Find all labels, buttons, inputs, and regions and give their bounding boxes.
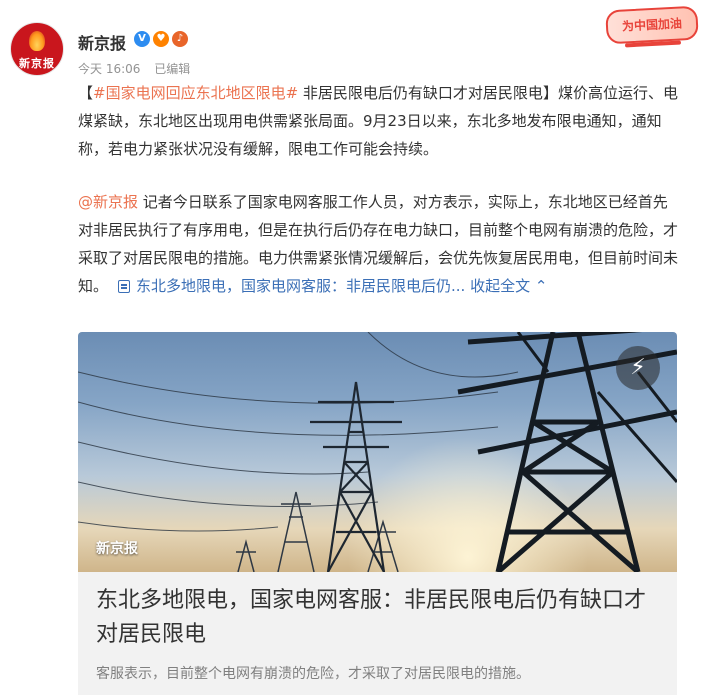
headline-text: 非居民限电后仍有缺口才对居民限电 <box>298 84 543 102</box>
cheer-badge[interactable]: 为中国加油 <box>605 5 699 45</box>
post-time[interactable]: 今天 16:06 <box>78 62 140 76</box>
power-tower-illustration <box>78 332 677 572</box>
post-meta: 今天 16:06 已编辑 <box>78 60 200 77</box>
bracket-open: 【 <box>78 84 94 102</box>
card-source-label: 新京报 <box>96 541 138 557</box>
post-text-body: @新京报 记者今日联系了国家电网客服工作人员，对方表示，实际上，东北地区已经首先… <box>78 188 678 300</box>
card-title[interactable]: 东北多地限电，国家电网客服：非居民限电后仍有缺口才对居民限电 <box>96 584 666 652</box>
article-cover-image: 新京报 ⚡ <box>78 332 677 572</box>
author-badges: V ♥ ♪ <box>134 31 188 47</box>
mention-link[interactable]: @新京报 <box>78 193 138 211</box>
collapse-label: 收起全文 <box>470 277 531 295</box>
lightning-icon[interactable]: ⚡ <box>616 346 660 390</box>
card-description: 客服表示，目前整个电网有崩溃的危险，才采取了对居民限电的措施。 <box>96 666 530 682</box>
article-link[interactable]: 东北多地限电，国家电网客服：非居民限电后仍... <box>136 277 465 295</box>
topic-link[interactable]: #国家电网回应东北地区限电# <box>93 84 298 102</box>
collapse-button[interactable]: 收起全文 ⌃ <box>470 277 547 295</box>
verified-icon[interactable]: V <box>134 31 150 47</box>
guitar-icon[interactable]: ♪ <box>172 31 188 47</box>
flame-logo-icon <box>29 31 45 51</box>
chevron-up-icon: ⌃ <box>534 277 548 295</box>
article-icon <box>118 280 131 293</box>
article-card[interactable]: 新京报 ⚡ 东北多地限电，国家电网客服：非居民限电后仍有缺口才对居民限电 客服表… <box>78 332 677 695</box>
edited-label[interactable]: 已编辑 <box>154 62 190 76</box>
avatar-logo-text: 新京报 <box>19 57 55 70</box>
medal-icon[interactable]: ♥ <box>153 31 169 47</box>
author-name[interactable]: 新京报 <box>78 30 126 54</box>
bracket-close: 】 <box>542 84 558 102</box>
post-text-headline: 【#国家电网回应东北地区限电# 非居民限电后仍有缺口才对居民限电】煤价高位运行、… <box>78 79 678 163</box>
author-avatar[interactable]: 新京报 <box>10 22 64 76</box>
